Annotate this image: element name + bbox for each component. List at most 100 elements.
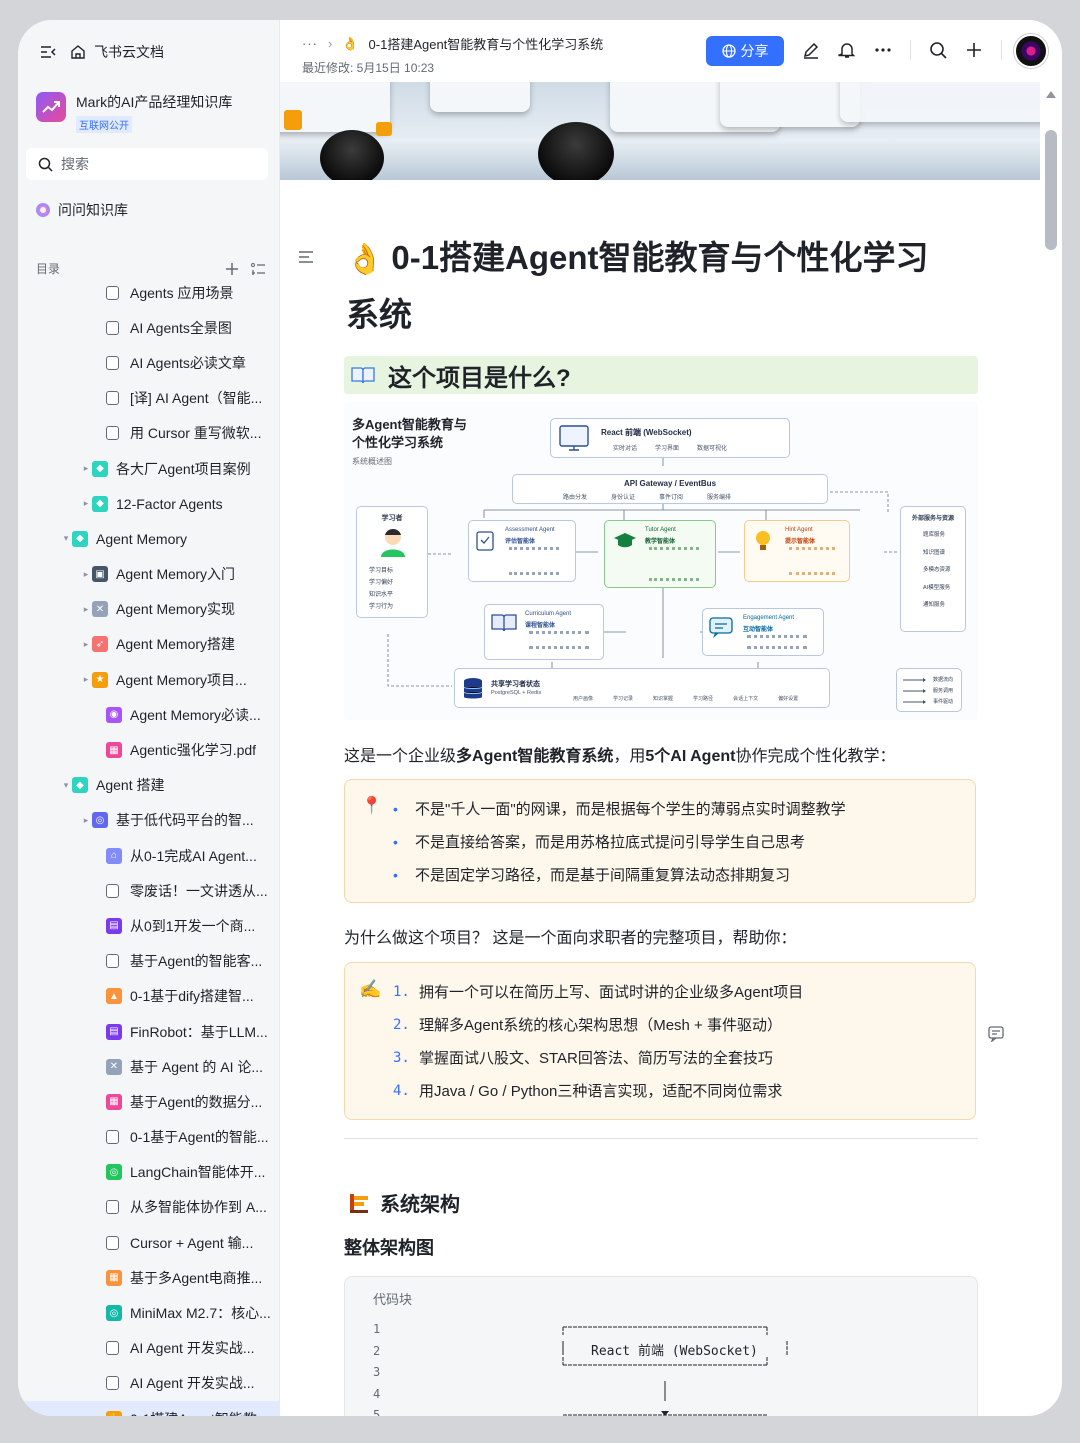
edit-icon[interactable] xyxy=(802,41,820,59)
architecture-diagram[interactable]: 多Agent智能教育与 个性化学习系统 系统概述图 React 前端 (WebSo… xyxy=(344,402,978,720)
sidebar-item[interactable]: ▦ 基于多Agent电商推... xyxy=(18,1260,280,1295)
curriculum-cn-label: 课程智能体 xyxy=(525,623,556,629)
outline-icon[interactable] xyxy=(298,250,314,269)
share-button[interactable]: 分享 xyxy=(706,36,784,66)
sidebar-item[interactable]: ▤ FinRobot：基于LLM... xyxy=(18,1014,280,1049)
code-line-react: React 前端 (WebSocket) xyxy=(591,1344,758,1359)
sidebar-item[interactable]: ▾ ◆ Agent Memory xyxy=(18,521,280,556)
sidebar-item[interactable]: 零废话！一文讲透从... xyxy=(18,873,280,908)
ai-ring-icon xyxy=(36,203,50,217)
sidebar-item[interactable]: ◎ LangChain智能体开... xyxy=(18,1155,280,1190)
caret-down-icon[interactable]: ▾ xyxy=(60,780,72,791)
breadcrumb-doc-title[interactable]: 0-1搭建Agent智能教育与个性化学习系统 xyxy=(369,34,604,53)
ask-knowledge-base[interactable]: 问问知识库 xyxy=(36,200,128,220)
caret-right-icon[interactable]: ▸ xyxy=(80,639,92,650)
collapse-sidebar-icon[interactable] xyxy=(40,45,56,59)
caret-right-icon[interactable]: ▸ xyxy=(80,498,92,509)
sidebar-item-label: 从0-1完成AI Agent... xyxy=(130,847,257,864)
tutor-cn-label: 教学智能体 xyxy=(645,539,676,545)
comment-icon[interactable] xyxy=(988,1026,1004,1047)
sidebar-item[interactable]: ▸ ▣ Agent Memory入门 xyxy=(18,557,280,592)
external-items: 题库服务 知识图谱 多模态资源 AI模型服务 通知服务 xyxy=(923,532,951,608)
medal-icon: ★ xyxy=(92,671,108,688)
diagram-title: 多Agent智能教育与 个性化学习系统 xyxy=(352,417,467,450)
search-icon[interactable] xyxy=(929,41,947,59)
home-icon[interactable] xyxy=(70,44,86,60)
section-heading-architecture[interactable]: 系统架构 xyxy=(348,1188,460,1217)
sidebar-item[interactable]: ◎ MiniMax M2.7：核心... xyxy=(18,1295,280,1330)
sidebar-item[interactable]: ▤ 从0到1开发一个商... xyxy=(18,908,280,943)
sidebar-item[interactable]: 用 Cursor 重写微软... xyxy=(18,416,280,451)
sidebar-item[interactable]: ▸ ✕ Agent Memory实现 xyxy=(18,592,280,627)
caret-right-icon[interactable]: ▸ xyxy=(80,674,92,685)
sidebar-item[interactable]: ▾ ◆ Agent 搭建 xyxy=(18,768,280,803)
sidebar-item[interactable]: AI Agent 开发实战... xyxy=(18,1331,280,1366)
document-icon xyxy=(106,1235,119,1250)
scroll-thumb[interactable] xyxy=(1045,130,1057,250)
caret-right-icon[interactable]: ▸ xyxy=(80,604,92,615)
sidebar-item[interactable]: AI Agents必读文章 xyxy=(18,345,280,380)
sidebar-item-label: MiniMax M2.7：核心... xyxy=(130,1305,271,1322)
search-placeholder: 搜索 xyxy=(61,156,89,172)
code-block[interactable]: 代码块 12345 React 前端 (WebSocket) xyxy=(344,1276,978,1416)
assessment-agent-box: Assessment Agent 评估智能体 xyxy=(468,520,576,582)
sidebar-item[interactable]: ▸ ◆ 各大厂Agent项目案例 xyxy=(18,451,280,486)
sidebar-item[interactable]: ▸ ★ Agent Memory项目... xyxy=(18,662,280,697)
more-icon[interactable] xyxy=(874,41,892,59)
sidebar-item-label: 0-1搭建Agent智能教... xyxy=(130,1409,269,1416)
caret-down-icon[interactable]: ▾ xyxy=(60,533,72,544)
cover-decor xyxy=(284,110,302,130)
sidebar-item-label: AI Agents必读文章 xyxy=(130,354,246,371)
sidebar-item[interactable]: Cursor + Agent 输... xyxy=(18,1225,280,1260)
hint-agent-box: Hint Agent 提示智能体 xyxy=(744,520,850,582)
sidebar-item[interactable]: ▲ 0-1基于dify搭建智... xyxy=(18,979,280,1014)
sidebar-item[interactable]: ▸ ➶ Agent Memory搭建 xyxy=(18,627,280,662)
doc-title[interactable]: 👌 0-1搭建Agent智能教育与个性化学习系统 xyxy=(346,230,946,342)
sidebar-item[interactable]: ▦ 基于Agent的数据分... xyxy=(18,1084,280,1119)
curriculum-label: Curriculum Agent xyxy=(525,611,572,617)
add-icon[interactable] xyxy=(225,262,239,276)
sidebar-item[interactable]: ▦ Agentic强化学习.pdf xyxy=(18,732,280,767)
sidebar-item[interactable]: [译] AI Agent（智能... xyxy=(18,381,280,416)
list-settings-icon[interactable] xyxy=(251,262,266,276)
pin-icon: 📍 xyxy=(361,796,383,815)
scroll-up-arrow-icon[interactable] xyxy=(1046,90,1056,98)
subsection-heading[interactable]: 整体架构图 xyxy=(344,1234,434,1260)
sidebar-item[interactable]: 从多智能体协作到 A... xyxy=(18,1190,280,1225)
app-title[interactable]: 飞书云文档 xyxy=(94,42,164,62)
engagement-details xyxy=(747,635,807,649)
cover-key xyxy=(720,82,860,127)
caret-right-icon[interactable]: ▸ xyxy=(80,815,92,826)
sidebar-item[interactable]: AI Agents全景图 xyxy=(18,310,280,345)
ok-hand-icon: 👌 xyxy=(346,243,384,276)
sidebar-item[interactable]: ▸ ◆ 12-Factor Agents xyxy=(18,486,280,521)
sidebar-item[interactable]: ⌂ 从0-1完成AI Agent... xyxy=(18,838,280,873)
cover-knob xyxy=(320,130,384,180)
sidebar-item[interactable]: ▸ ◎ 基于低代码平台的智... xyxy=(18,803,280,838)
section-heading-what[interactable]: 这个项目是什么? xyxy=(344,356,978,394)
sidebar-item[interactable]: 0-1基于Agent的智能... xyxy=(18,1120,280,1155)
doc-title-text: 0-1搭建Agent智能教育与个性化学习系统 xyxy=(346,239,929,333)
knowledge-base-header[interactable]: Mark的AI产品经理知识库 互联网公开 xyxy=(36,92,232,134)
document-icon xyxy=(106,391,119,406)
sidebar-item[interactable]: Agents 应用场景 xyxy=(18,275,280,310)
caret-right-icon[interactable]: ▸ xyxy=(80,569,92,580)
more-path-icon[interactable]: ··· xyxy=(302,36,318,51)
curriculum-agent-box: Curriculum Agent 课程智能体 xyxy=(484,604,604,660)
caret-right-icon[interactable]: ▸ xyxy=(80,463,92,474)
public-badge: 互联网公开 xyxy=(76,116,132,133)
clipboard-icon xyxy=(476,531,494,551)
bell-icon[interactable] xyxy=(838,41,856,59)
sidebar-item[interactable]: ✋ 0-1搭建Agent智能教... xyxy=(18,1401,280,1416)
sidebar-item[interactable]: AI Agent 开发实战... xyxy=(18,1366,280,1401)
scrollbar[interactable] xyxy=(1040,82,1062,1416)
sidebar-item[interactable]: ◉ Agent Memory必读... xyxy=(18,697,280,732)
sidebar-item[interactable]: ✕ 基于 Agent 的 AI 论... xyxy=(18,1049,280,1084)
avatar[interactable] xyxy=(1014,34,1048,68)
bullet-item: • 不是直接给答案，而是用苏格拉底式提问引导学生自己思考 xyxy=(393,833,806,852)
search-input[interactable]: 搜索 xyxy=(26,148,268,180)
sidebar-item[interactable]: 基于Agent的智能客... xyxy=(18,944,280,979)
external-services-box: 外部服务与资源 题库服务 知识图谱 多模态资源 AI模型服务 通知服务 xyxy=(900,506,966,632)
plus-icon[interactable] xyxy=(965,41,983,59)
frontend-box: React 前端 (WebSocket) 实时对话 学习界面 数据可视化 xyxy=(550,418,790,458)
